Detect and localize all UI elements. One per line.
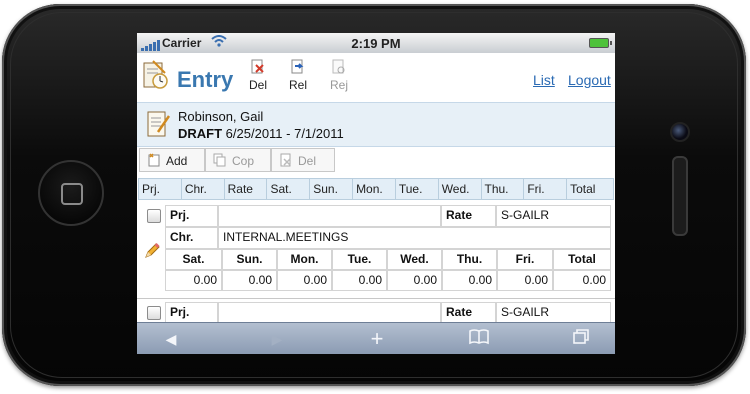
delete-row-button[interactable]: Del — [271, 148, 335, 172]
hours-total: 0.00 — [553, 270, 611, 291]
hours-mon[interactable]: 0.00 — [277, 270, 332, 291]
reject-icon — [332, 59, 345, 74]
day-header-sat: Sat. — [165, 249, 222, 270]
day-header-sun: Sun. — [222, 249, 277, 270]
timesheet-period: DRAFT 6/25/2011 - 7/1/2011 — [178, 126, 344, 141]
delete-label: Del — [248, 78, 267, 92]
column-header-rate: Rate — [225, 179, 268, 199]
hours-thu[interactable]: 0.00 — [442, 270, 497, 291]
record-divider — [137, 298, 615, 299]
prj-value[interactable] — [218, 302, 441, 324]
prj-label: Prj. — [165, 205, 218, 227]
record-checkbox[interactable] — [147, 209, 161, 223]
browser-toolbar: ◀ ▶ + — [137, 322, 615, 354]
chr-label: Chr. — [165, 227, 218, 249]
column-header-chr: Chr. — [182, 179, 225, 199]
prj-label: Prj. — [165, 302, 218, 324]
delete-row-label: Del — [298, 154, 317, 168]
employee-name: Robinson, Gail — [178, 109, 264, 124]
home-button[interactable] — [38, 160, 104, 226]
forward-button[interactable]: ▶ — [265, 328, 289, 350]
column-header-sun: Sun. — [310, 179, 354, 199]
delete-button[interactable]: Del — [243, 59, 273, 92]
column-header-prj: Prj. — [139, 179, 182, 199]
rate-label: Rate — [441, 302, 496, 324]
day-header-wed: Wed. — [387, 249, 442, 270]
column-header-mon: Mon. — [353, 179, 396, 199]
page-title: Entry — [177, 67, 234, 92]
day-header-tue: Tue. — [332, 249, 387, 270]
hours-tue[interactable]: 0.00 — [332, 270, 387, 291]
column-header-wed: Wed. — [439, 179, 482, 199]
day-header-total: Total — [553, 249, 611, 270]
timesheet-info: Robinson, Gail DRAFT 6/25/2011 - 7/1/201… — [137, 102, 615, 147]
bookmarks-icon — [469, 329, 489, 345]
phone-screen: Carrier 2:19 PM Entry Del Rel Rej List L… — [137, 33, 615, 354]
pages-icon — [573, 329, 589, 344]
release-icon — [291, 59, 304, 74]
column-header-thu: Thu. — [482, 179, 525, 199]
delete-row-icon — [280, 153, 291, 167]
hours-sun[interactable]: 0.00 — [222, 270, 277, 291]
home-square-icon — [61, 183, 83, 205]
day-header-mon: Mon. — [277, 249, 332, 270]
bookmarks-button[interactable] — [467, 328, 491, 350]
release-button[interactable]: Rel — [283, 59, 313, 92]
action-bar: Add Cop Del — [137, 147, 615, 174]
column-header-sat: Sat. — [267, 179, 311, 199]
period-range: 6/25/2011 - 7/1/2011 — [225, 126, 344, 141]
back-button[interactable]: ◀ — [159, 328, 183, 350]
edit-pencil-icon[interactable] — [144, 243, 160, 259]
day-header-thu: Thu. — [442, 249, 497, 270]
clock: 2:19 PM — [351, 36, 401, 51]
rate-label: Rate — [441, 205, 496, 227]
hours-wed[interactable]: 0.00 — [387, 270, 442, 291]
status-label: DRAFT — [178, 126, 223, 141]
column-header-tue: Tue. — [396, 179, 439, 199]
timesheet-record: Prj. Rate S-GAILR Chr. INTERNAL.MEETINGS… — [139, 205, 613, 295]
add-label: Add — [166, 154, 188, 168]
rate-value[interactable]: S-GAILR — [496, 205, 611, 227]
chr-value[interactable]: INTERNAL.MEETINGS — [218, 227, 611, 249]
logout-link[interactable]: Logout — [568, 72, 611, 88]
column-header-fri: Fri. — [524, 179, 568, 199]
day-header-fri: Fri. — [497, 249, 553, 270]
timesheet-icon — [147, 111, 171, 137]
reject-label: Rej — [329, 78, 348, 92]
add-button[interactable]: Add — [139, 148, 205, 172]
front-camera — [670, 122, 690, 142]
battery-icon — [589, 38, 612, 48]
reject-button[interactable]: Rej — [324, 59, 354, 92]
hours-sat[interactable]: 0.00 — [165, 270, 222, 291]
list-link[interactable]: List — [533, 72, 555, 88]
column-header-row: Prj. Chr. Rate Sat. Sun. Mon. Tue. Wed. … — [138, 178, 614, 200]
entry-icon — [143, 60, 168, 89]
copy-icon — [213, 153, 226, 167]
record-checkbox[interactable] — [147, 306, 161, 320]
speaker-grille — [672, 156, 688, 236]
hours-fri[interactable]: 0.00 — [497, 270, 553, 291]
app-header: Entry Del Rel Rej List Logout — [137, 53, 615, 101]
delete-icon — [251, 59, 264, 74]
pages-button[interactable] — [569, 328, 593, 350]
release-label: Rel — [288, 78, 307, 92]
copy-button[interactable]: Cop — [205, 148, 271, 172]
column-header-total: Total — [570, 182, 596, 196]
status-bar: Carrier 2:19 PM — [137, 33, 615, 53]
copy-label: Cop — [232, 154, 255, 168]
prj-value[interactable] — [218, 205, 441, 227]
add-bookmark-button[interactable]: + — [365, 328, 389, 350]
add-icon — [148, 153, 160, 167]
rate-value[interactable]: S-GAILR — [496, 302, 611, 324]
